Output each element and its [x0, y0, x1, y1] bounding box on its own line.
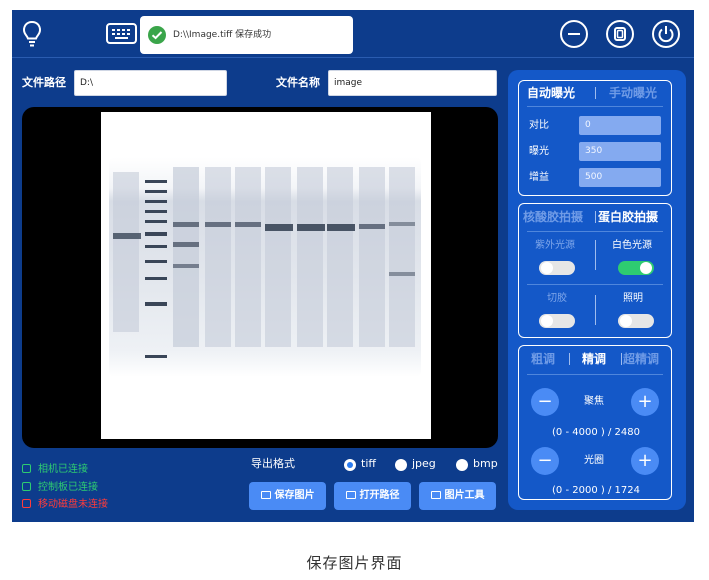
aperture-increase-button[interactable]: +: [631, 447, 659, 475]
removable-disk-status-text: 移动磁盘未连接: [38, 499, 108, 510]
exposure-label: 曝光: [529, 146, 549, 157]
tab-divider: [595, 87, 596, 99]
radio-bmp[interactable]: [456, 459, 468, 471]
toast-message: D:\\Image.tiff 保存成功: [173, 30, 272, 40]
app-window: D:\\Image.tiff 保存成功 文件路径 D:\ 文件名称 image: [12, 10, 694, 522]
contrast-label: 对比: [529, 120, 549, 131]
exposure-input[interactable]: 350: [579, 142, 661, 161]
focus-increase-button[interactable]: +: [631, 388, 659, 416]
focus-label: 聚焦: [584, 396, 604, 407]
tab-manual-exposure[interactable]: 手动曝光: [609, 85, 657, 101]
radio-tiff-label: tiff: [361, 457, 376, 470]
camera-icon: [22, 464, 31, 473]
tab-auto-exposure[interactable]: 自动曝光: [527, 85, 575, 101]
aperture-label: 光圈: [584, 455, 604, 466]
adjust-card: 粗调 精调 超精调 − 聚焦 + (0 - 4000 ) / 2480 − 光圈…: [518, 345, 672, 500]
figure-caption: 保存图片界面: [306, 554, 403, 572]
image-tools-label: 图片工具: [444, 490, 485, 501]
aperture-decrease-button[interactable]: −: [531, 447, 559, 475]
divider: [527, 231, 663, 232]
open-path-button[interactable]: 打开路径: [334, 482, 411, 510]
image-tools-button[interactable]: 图片工具: [419, 482, 496, 510]
open-path-label: 打开路径: [359, 490, 400, 501]
radio-bmp-label: bmp: [473, 457, 498, 470]
file-path-input[interactable]: D:\: [74, 70, 227, 96]
tools-icon: [430, 491, 441, 499]
gel-cut-label: 切胶: [547, 293, 567, 304]
restore-icon: [614, 27, 626, 41]
gel-picture: [109, 157, 421, 377]
tab-divider: [569, 353, 570, 365]
white-light-label: 白色光源: [612, 240, 652, 251]
gain-label: 增益: [529, 172, 549, 183]
file-name-input[interactable]: image: [328, 70, 497, 96]
contrast-input[interactable]: 0: [579, 116, 661, 135]
lightbulb-icon[interactable]: [22, 20, 42, 48]
minimize-button[interactable]: [560, 20, 588, 48]
tab-coarse[interactable]: 粗调: [531, 351, 555, 367]
save-image-button[interactable]: 保存图片: [249, 482, 326, 510]
tab-protein[interactable]: 蛋白胶拍摄: [598, 209, 658, 225]
exposure-card: 自动曝光 手动曝光 对比 0 曝光 350 增益 500: [518, 80, 672, 196]
file-path-label: 文件路径: [22, 76, 66, 89]
restore-button[interactable]: [606, 20, 634, 48]
image-preview[interactable]: [22, 107, 498, 448]
divider: [527, 106, 663, 107]
minus-icon: [568, 33, 580, 35]
image-icon: [260, 491, 271, 499]
illumination-label: 照明: [623, 293, 643, 304]
capture-mode-card: 核酸胶拍摄 蛋白胶拍摄 紫外光源 白色光源 切胶 照明: [518, 203, 672, 338]
white-light-toggle[interactable]: [618, 261, 654, 275]
divider: [527, 284, 663, 285]
power-icon: [658, 26, 674, 43]
save-success-toast: D:\\Image.tiff 保存成功: [140, 16, 353, 54]
column-divider: [595, 295, 596, 325]
folder-icon: [345, 491, 356, 499]
divider: [527, 374, 663, 375]
gel-cut-toggle[interactable]: [539, 314, 575, 328]
removable-disk-status: 移动磁盘未连接: [22, 498, 108, 512]
tab-fine[interactable]: 精调: [582, 351, 606, 367]
column-divider: [595, 240, 596, 270]
disk-icon: [22, 499, 31, 508]
check-icon: [148, 26, 166, 44]
aperture-range: (0 - 2000 ) / 1724: [552, 485, 640, 496]
uv-light-toggle[interactable]: [539, 261, 575, 275]
export-format-label: 导出格式: [251, 457, 295, 470]
power-button[interactable]: [652, 20, 680, 48]
uv-light-label: 紫外光源: [535, 240, 575, 251]
save-image-label: 保存图片: [274, 490, 315, 501]
board-icon: [22, 482, 31, 491]
gel-image: [101, 112, 431, 439]
radio-jpeg-label: jpeg: [412, 457, 436, 470]
illumination-toggle[interactable]: [618, 314, 654, 328]
tab-divider: [621, 353, 622, 365]
top-bar: D:\\Image.tiff 保存成功: [12, 10, 694, 58]
radio-jpeg[interactable]: [395, 459, 407, 471]
camera-status: 相机已连接: [22, 463, 88, 477]
control-board-status-text: 控制板已连接: [38, 482, 98, 493]
tab-ultra-fine[interactable]: 超精调: [623, 351, 659, 367]
focus-decrease-button[interactable]: −: [531, 388, 559, 416]
file-name-label: 文件名称: [276, 76, 320, 89]
tab-divider: [595, 211, 596, 223]
camera-status-text: 相机已连接: [38, 464, 88, 475]
control-board-status: 控制板已连接: [22, 481, 98, 495]
keyboard-icon[interactable]: [106, 23, 137, 44]
radio-tiff[interactable]: [344, 459, 356, 471]
tab-nucleic-acid[interactable]: 核酸胶拍摄: [523, 209, 583, 225]
gain-input[interactable]: 500: [579, 168, 661, 187]
control-panel: 自动曝光 手动曝光 对比 0 曝光 350 增益 500 核酸胶拍摄 蛋白胶拍摄…: [508, 70, 686, 510]
focus-range: (0 - 4000 ) / 2480: [552, 427, 640, 438]
